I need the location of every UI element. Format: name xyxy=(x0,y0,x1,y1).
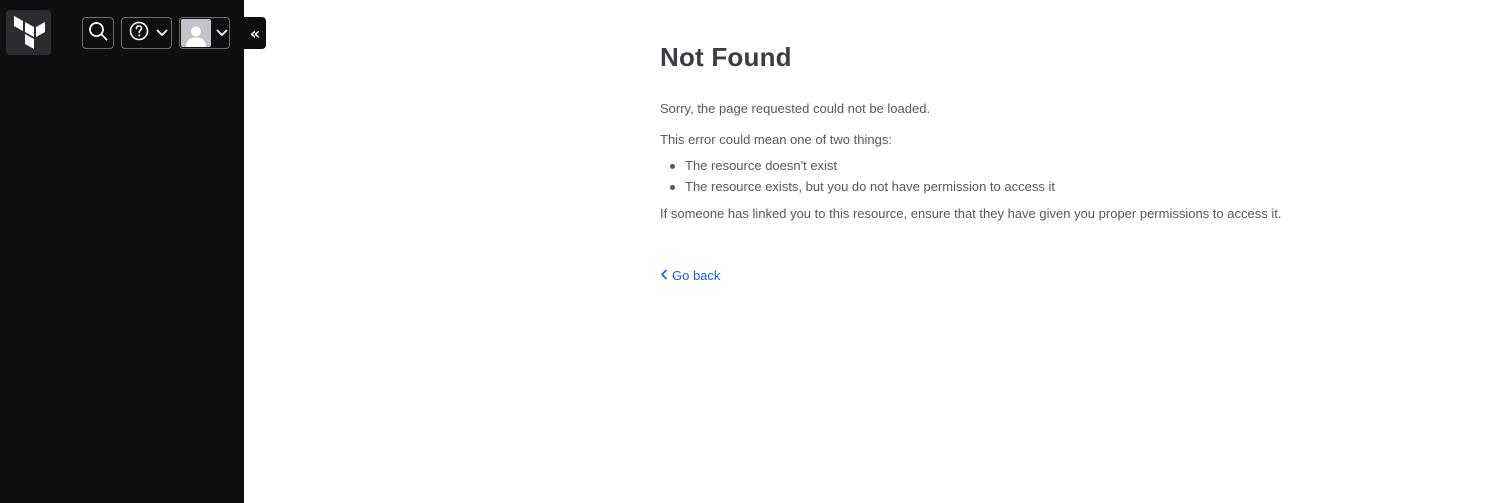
list-item: The resource doesn't exist xyxy=(660,158,1420,174)
reasons-list: The resource doesn't exist The resource … xyxy=(660,158,1420,195)
chevron-down-icon xyxy=(216,24,228,42)
help-menu-button[interactable] xyxy=(121,17,172,49)
page-title: Not Found xyxy=(660,42,792,72)
error-message: Sorry, the page requested could not be l… xyxy=(660,101,931,116)
user-avatar-icon xyxy=(181,19,211,47)
not-found-content: Not Found Sorry, the page requested coul… xyxy=(660,40,1420,285)
go-back-label: Go back xyxy=(672,268,721,283)
sidebar xyxy=(0,0,244,503)
search-button[interactable] xyxy=(82,17,114,49)
chevron-left-icon xyxy=(660,268,668,283)
chevron-down-icon xyxy=(156,24,168,42)
terraform-logo-icon[interactable] xyxy=(6,10,51,55)
error-intro: This error could mean one of two things: xyxy=(660,132,892,147)
list-item: The resource exists, but you do not have… xyxy=(660,179,1420,195)
advice-text: If someone has linked you to this resour… xyxy=(660,206,1282,221)
user-menu-button[interactable] xyxy=(179,17,230,49)
search-icon xyxy=(88,21,108,46)
collapse-sidebar-button[interactable]: « xyxy=(244,17,266,49)
help-circle-icon xyxy=(129,21,149,46)
go-back-link[interactable]: Go back xyxy=(660,268,720,283)
